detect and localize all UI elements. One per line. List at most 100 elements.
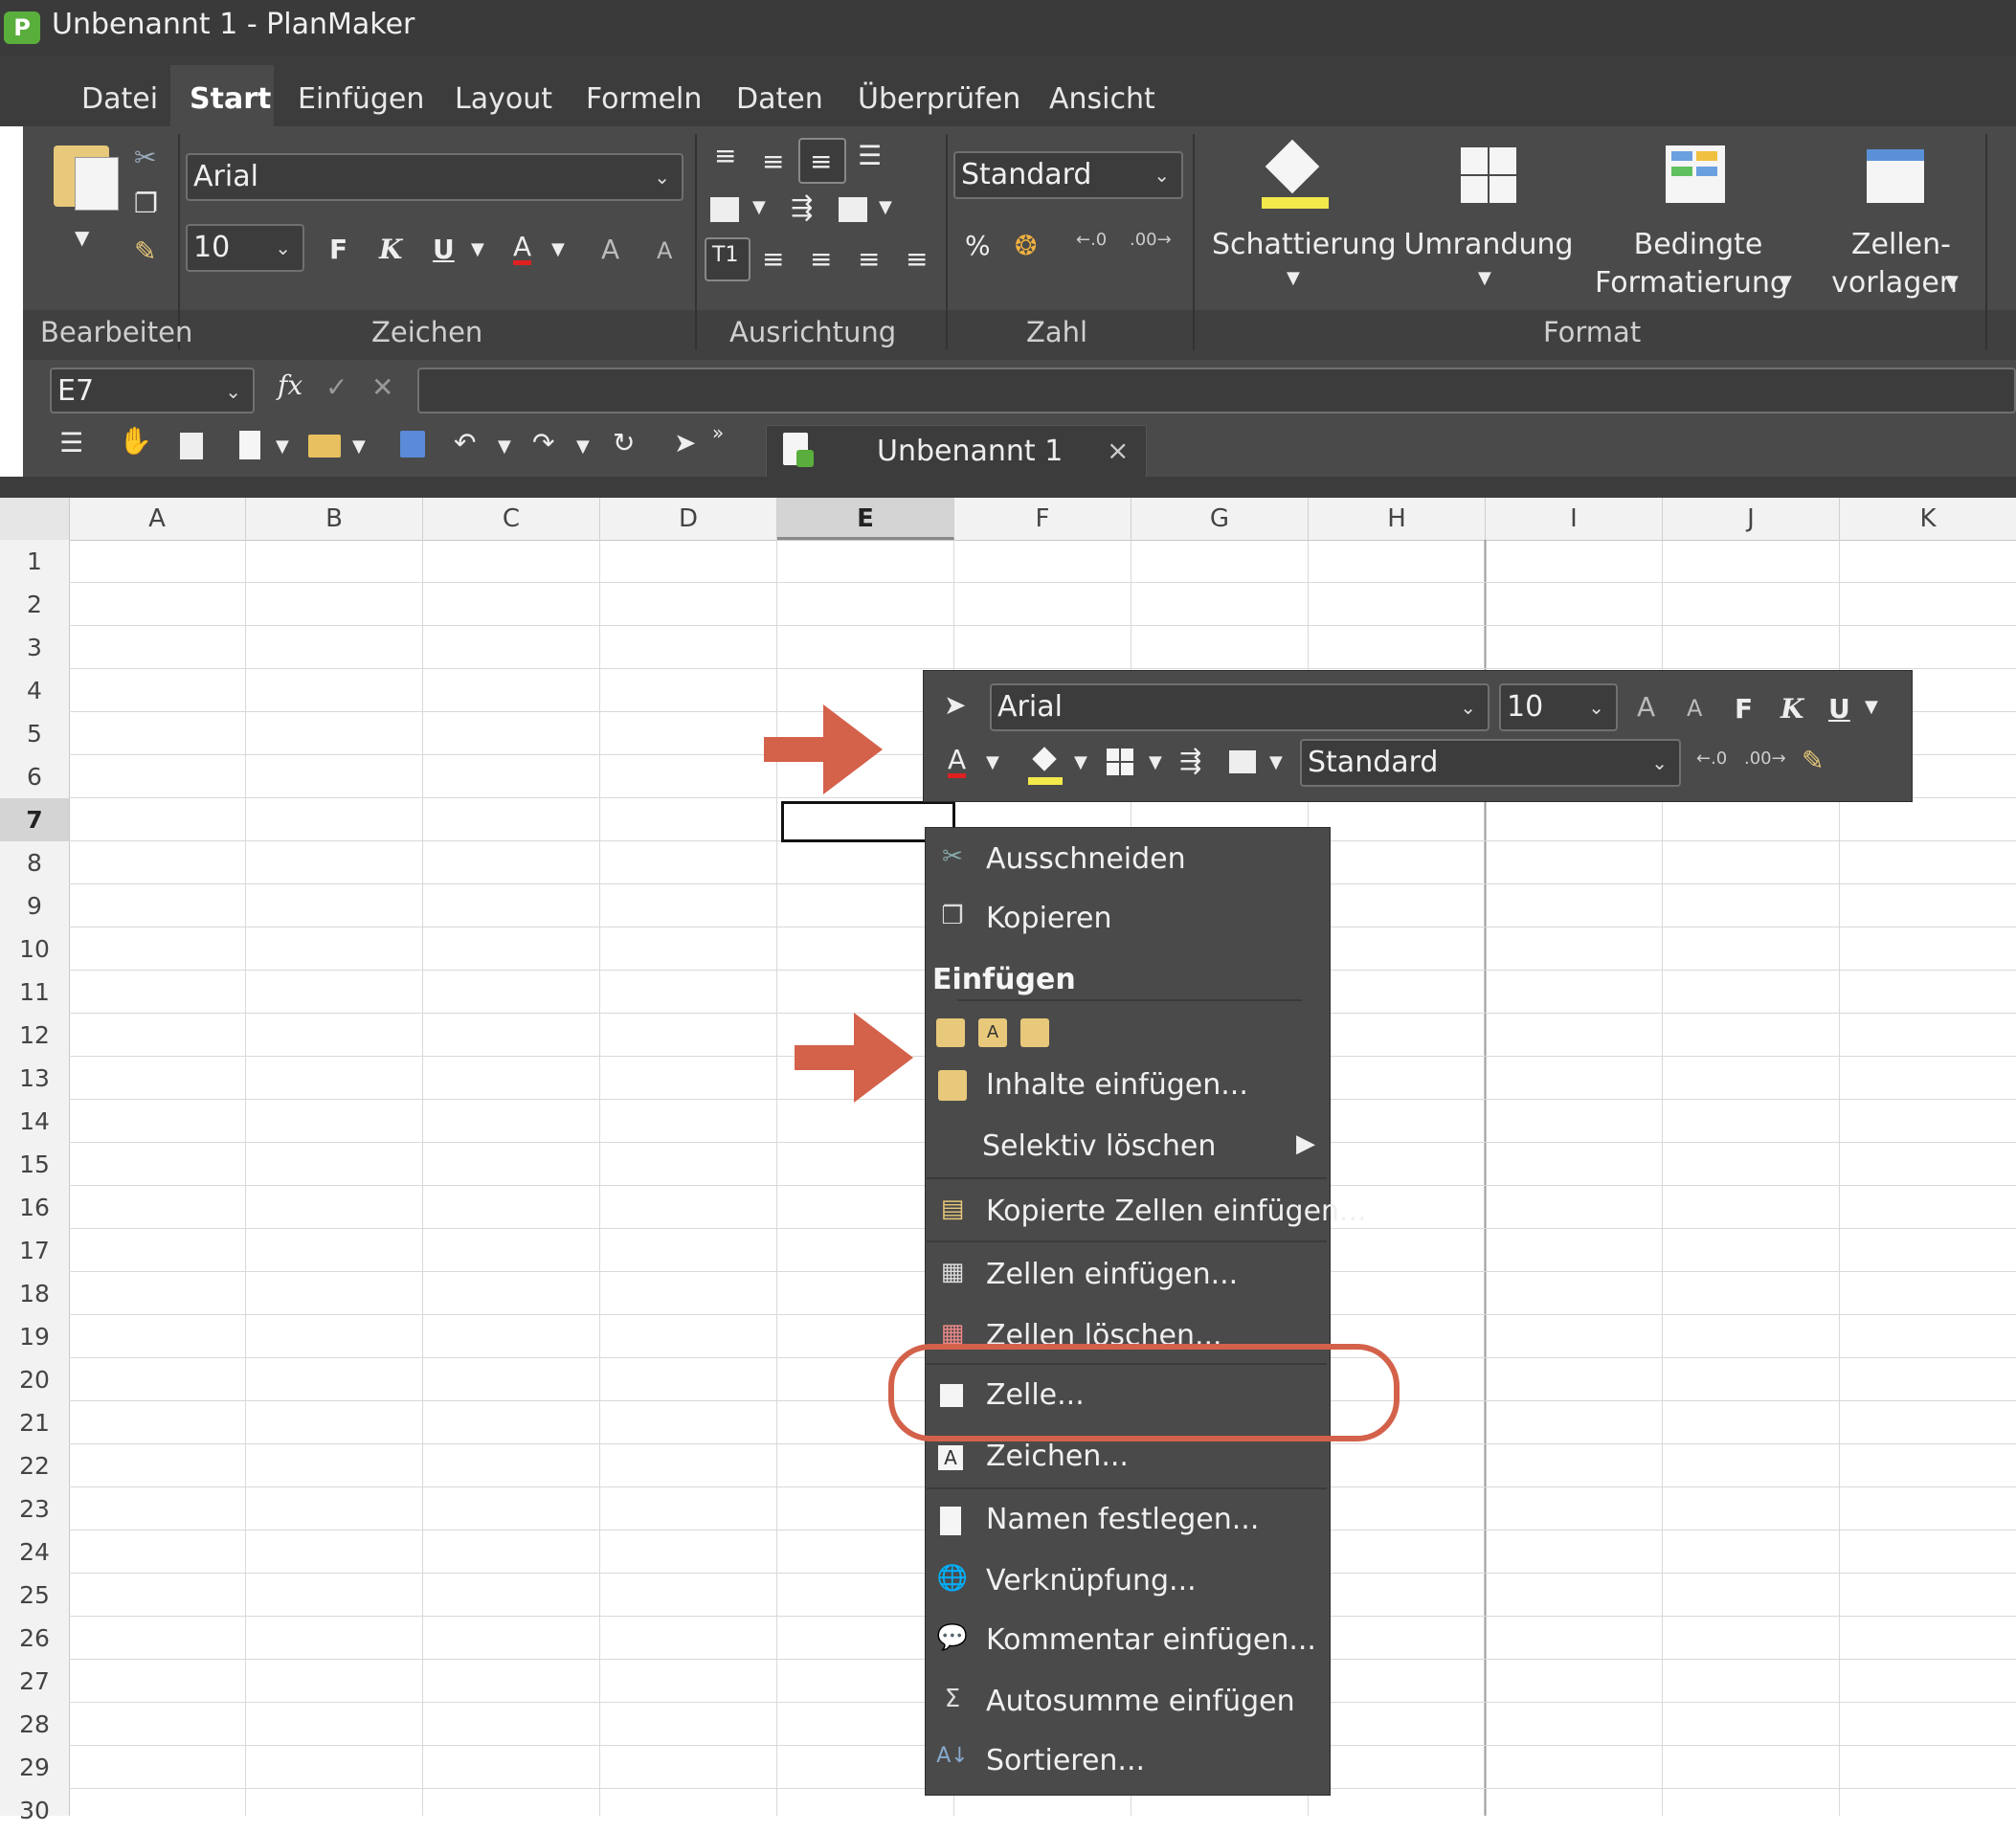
row-header-26[interactable]: 26 <box>0 1617 69 1660</box>
mini-format-painter-icon[interactable]: ✎ <box>1802 745 1824 776</box>
align-left-icon[interactable]: ≡ <box>762 243 784 275</box>
font-size-combo[interactable]: 10 ⌄ <box>186 224 304 272</box>
copy-icon[interactable]: ❐ <box>134 188 158 219</box>
column-header-d[interactable]: D <box>600 498 777 540</box>
column-header-c[interactable]: C <box>423 498 600 540</box>
mini-number-format-combo[interactable]: Standard ⌄ <box>1300 739 1681 787</box>
toolbar-menu-icon[interactable]: ☰ <box>59 427 83 458</box>
tab-start[interactable]: Start <box>190 82 271 116</box>
mini-border-dropdown-icon[interactable]: ▼ <box>1149 752 1162 772</box>
mini-border-icon[interactable] <box>1107 748 1133 775</box>
column-header-a[interactable]: A <box>69 498 246 540</box>
row-header-14[interactable]: 14 <box>0 1100 69 1143</box>
function-icon[interactable]: fx <box>278 369 302 401</box>
underline-button[interactable]: U <box>433 234 455 265</box>
shading-dropdown-icon[interactable]: ▼ <box>1287 268 1300 288</box>
mini-underline-button[interactable]: U <box>1828 693 1850 725</box>
shrink-font-button[interactable]: A <box>657 237 672 264</box>
new-document-icon[interactable] <box>239 431 260 459</box>
conditional-formatting-icon[interactable] <box>1666 145 1725 203</box>
mini-fill-dropdown-icon[interactable]: ▼ <box>1074 752 1087 772</box>
percent-button[interactable]: % <box>965 230 991 261</box>
shading-icon[interactable] <box>1262 139 1329 211</box>
mini-italic-button[interactable]: K <box>1781 693 1803 725</box>
cell-styles-label-1[interactable]: Zellen- <box>1819 226 1983 264</box>
merge-cells-icon[interactable] <box>710 197 739 222</box>
row-header-8[interactable]: 8 <box>0 841 69 884</box>
cancel-icon[interactable]: ✕ <box>371 371 393 403</box>
mini-fill-color-icon[interactable] <box>1028 747 1063 785</box>
column-header-h[interactable]: H <box>1309 498 1486 540</box>
italic-button[interactable]: K <box>379 234 402 265</box>
mini-increase-decimals-icon[interactable]: ←.0 <box>1696 748 1727 769</box>
row-header-20[interactable]: 20 <box>0 1358 69 1401</box>
row-header-28[interactable]: 28 <box>0 1703 69 1746</box>
mini-shrink-font-button[interactable]: A <box>1687 695 1702 722</box>
format-painter-icon[interactable]: ✎ <box>134 235 156 267</box>
select-all-corner[interactable] <box>0 498 70 540</box>
new-dropdown-icon[interactable]: ▼ <box>276 436 289 457</box>
cell-orientation-icon[interactable] <box>839 197 867 222</box>
row-header-9[interactable]: 9 <box>0 884 69 927</box>
row-header-4[interactable]: 4 <box>0 669 69 712</box>
row-header-13[interactable]: 13 <box>0 1057 69 1100</box>
column-header-j[interactable]: J <box>1663 498 1840 540</box>
menu-item-kommentar-einfuegen[interactable]: Kommentar einfügen... <box>986 1623 1316 1657</box>
conditional-formatting-label-2[interactable]: Formatierung <box>1589 264 1794 302</box>
underline-dropdown-icon[interactable]: ▼ <box>471 239 484 259</box>
name-box[interactable]: E7 ⌄ <box>50 368 255 413</box>
decrease-decimals-icon[interactable]: .00→ <box>1130 230 1172 250</box>
tab-datei[interactable]: Datei <box>81 82 158 116</box>
menu-item-verknuepfung[interactable]: Verknüpfung... <box>986 1564 1197 1597</box>
menu-item-kopierte-zellen-einfuegen[interactable]: Kopierte Zellen einfügen... <box>986 1195 1367 1228</box>
repeat-icon[interactable]: ↻ <box>613 427 635 458</box>
tab-einfuegen[interactable]: Einfügen <box>298 82 424 116</box>
bold-button[interactable]: F <box>329 234 347 265</box>
conditional-formatting-label-1[interactable]: Bedingte <box>1589 226 1807 264</box>
row-header-23[interactable]: 23 <box>0 1487 69 1530</box>
row-header-22[interactable]: 22 <box>0 1444 69 1487</box>
column-header-e[interactable]: E <box>777 498 954 540</box>
undo-dropdown-icon[interactable]: ▼ <box>498 436 511 457</box>
wrap-text-icon[interactable]: ⇶ <box>791 191 813 223</box>
tab-formeln[interactable]: Formeln <box>586 82 702 116</box>
row-header-21[interactable]: 21 <box>0 1401 69 1444</box>
mini-pointer-icon[interactable]: ➤ <box>944 689 966 721</box>
row-header-17[interactable]: 17 <box>0 1229 69 1272</box>
open-dropdown-icon[interactable]: ▼ <box>352 436 366 457</box>
menu-item-ausschneiden[interactable]: Ausschneiden <box>986 842 1186 876</box>
paste-all-icon[interactable] <box>936 1018 965 1047</box>
currency-icon[interactable]: ❂ <box>1015 230 1037 261</box>
undo-icon[interactable]: ↶ <box>454 427 476 458</box>
mini-font-name-combo[interactable]: Arial ⌄ <box>990 683 1490 731</box>
row-header-30[interactable]: 30 <box>0 1789 69 1832</box>
column-header-f[interactable]: F <box>954 498 1131 540</box>
row-header-2[interactable]: 2 <box>0 583 69 626</box>
row-header-11[interactable]: 11 <box>0 971 69 1014</box>
row-header-3[interactable]: 3 <box>0 626 69 669</box>
grow-font-button[interactable]: A <box>601 234 619 265</box>
distribute-vertical-icon[interactable]: ☰ <box>858 140 882 171</box>
cell-styles-dropdown-icon[interactable]: ▼ <box>1945 272 1959 292</box>
align-middle-icon[interactable]: ≡ <box>762 145 784 177</box>
number-format-combo[interactable]: Standard ⌄ <box>953 151 1183 199</box>
merge-dropdown-icon[interactable]: ▼ <box>752 197 766 217</box>
align-top-icon[interactable]: ≡ <box>714 140 736 171</box>
document-tab-close-icon[interactable]: × <box>1107 435 1129 466</box>
row-header-24[interactable]: 24 <box>0 1530 69 1574</box>
row-header-15[interactable]: 15 <box>0 1143 69 1186</box>
border-dropdown-icon[interactable]: ▼ <box>1478 268 1491 288</box>
cut-icon[interactable]: ✂ <box>134 142 156 173</box>
formula-input[interactable] <box>417 368 2016 413</box>
row-header-19[interactable]: 19 <box>0 1315 69 1358</box>
redo-dropdown-icon[interactable]: ▼ <box>576 436 590 457</box>
border-button[interactable]: Umrandung <box>1403 226 1574 264</box>
font-color-button[interactable]: A <box>513 234 532 265</box>
row-header-10[interactable]: 10 <box>0 927 69 971</box>
align-justify-icon[interactable]: ≡ <box>906 243 928 275</box>
sidebar-toggle-icon[interactable] <box>180 433 203 459</box>
paste-text-only-icon[interactable]: A <box>978 1018 1007 1047</box>
menu-item-zeichen[interactable]: Zeichen... <box>986 1440 1129 1473</box>
menu-item-sortieren[interactable]: Sortieren... <box>986 1744 1145 1777</box>
menu-item-kopieren[interactable]: Kopieren <box>986 902 1112 935</box>
